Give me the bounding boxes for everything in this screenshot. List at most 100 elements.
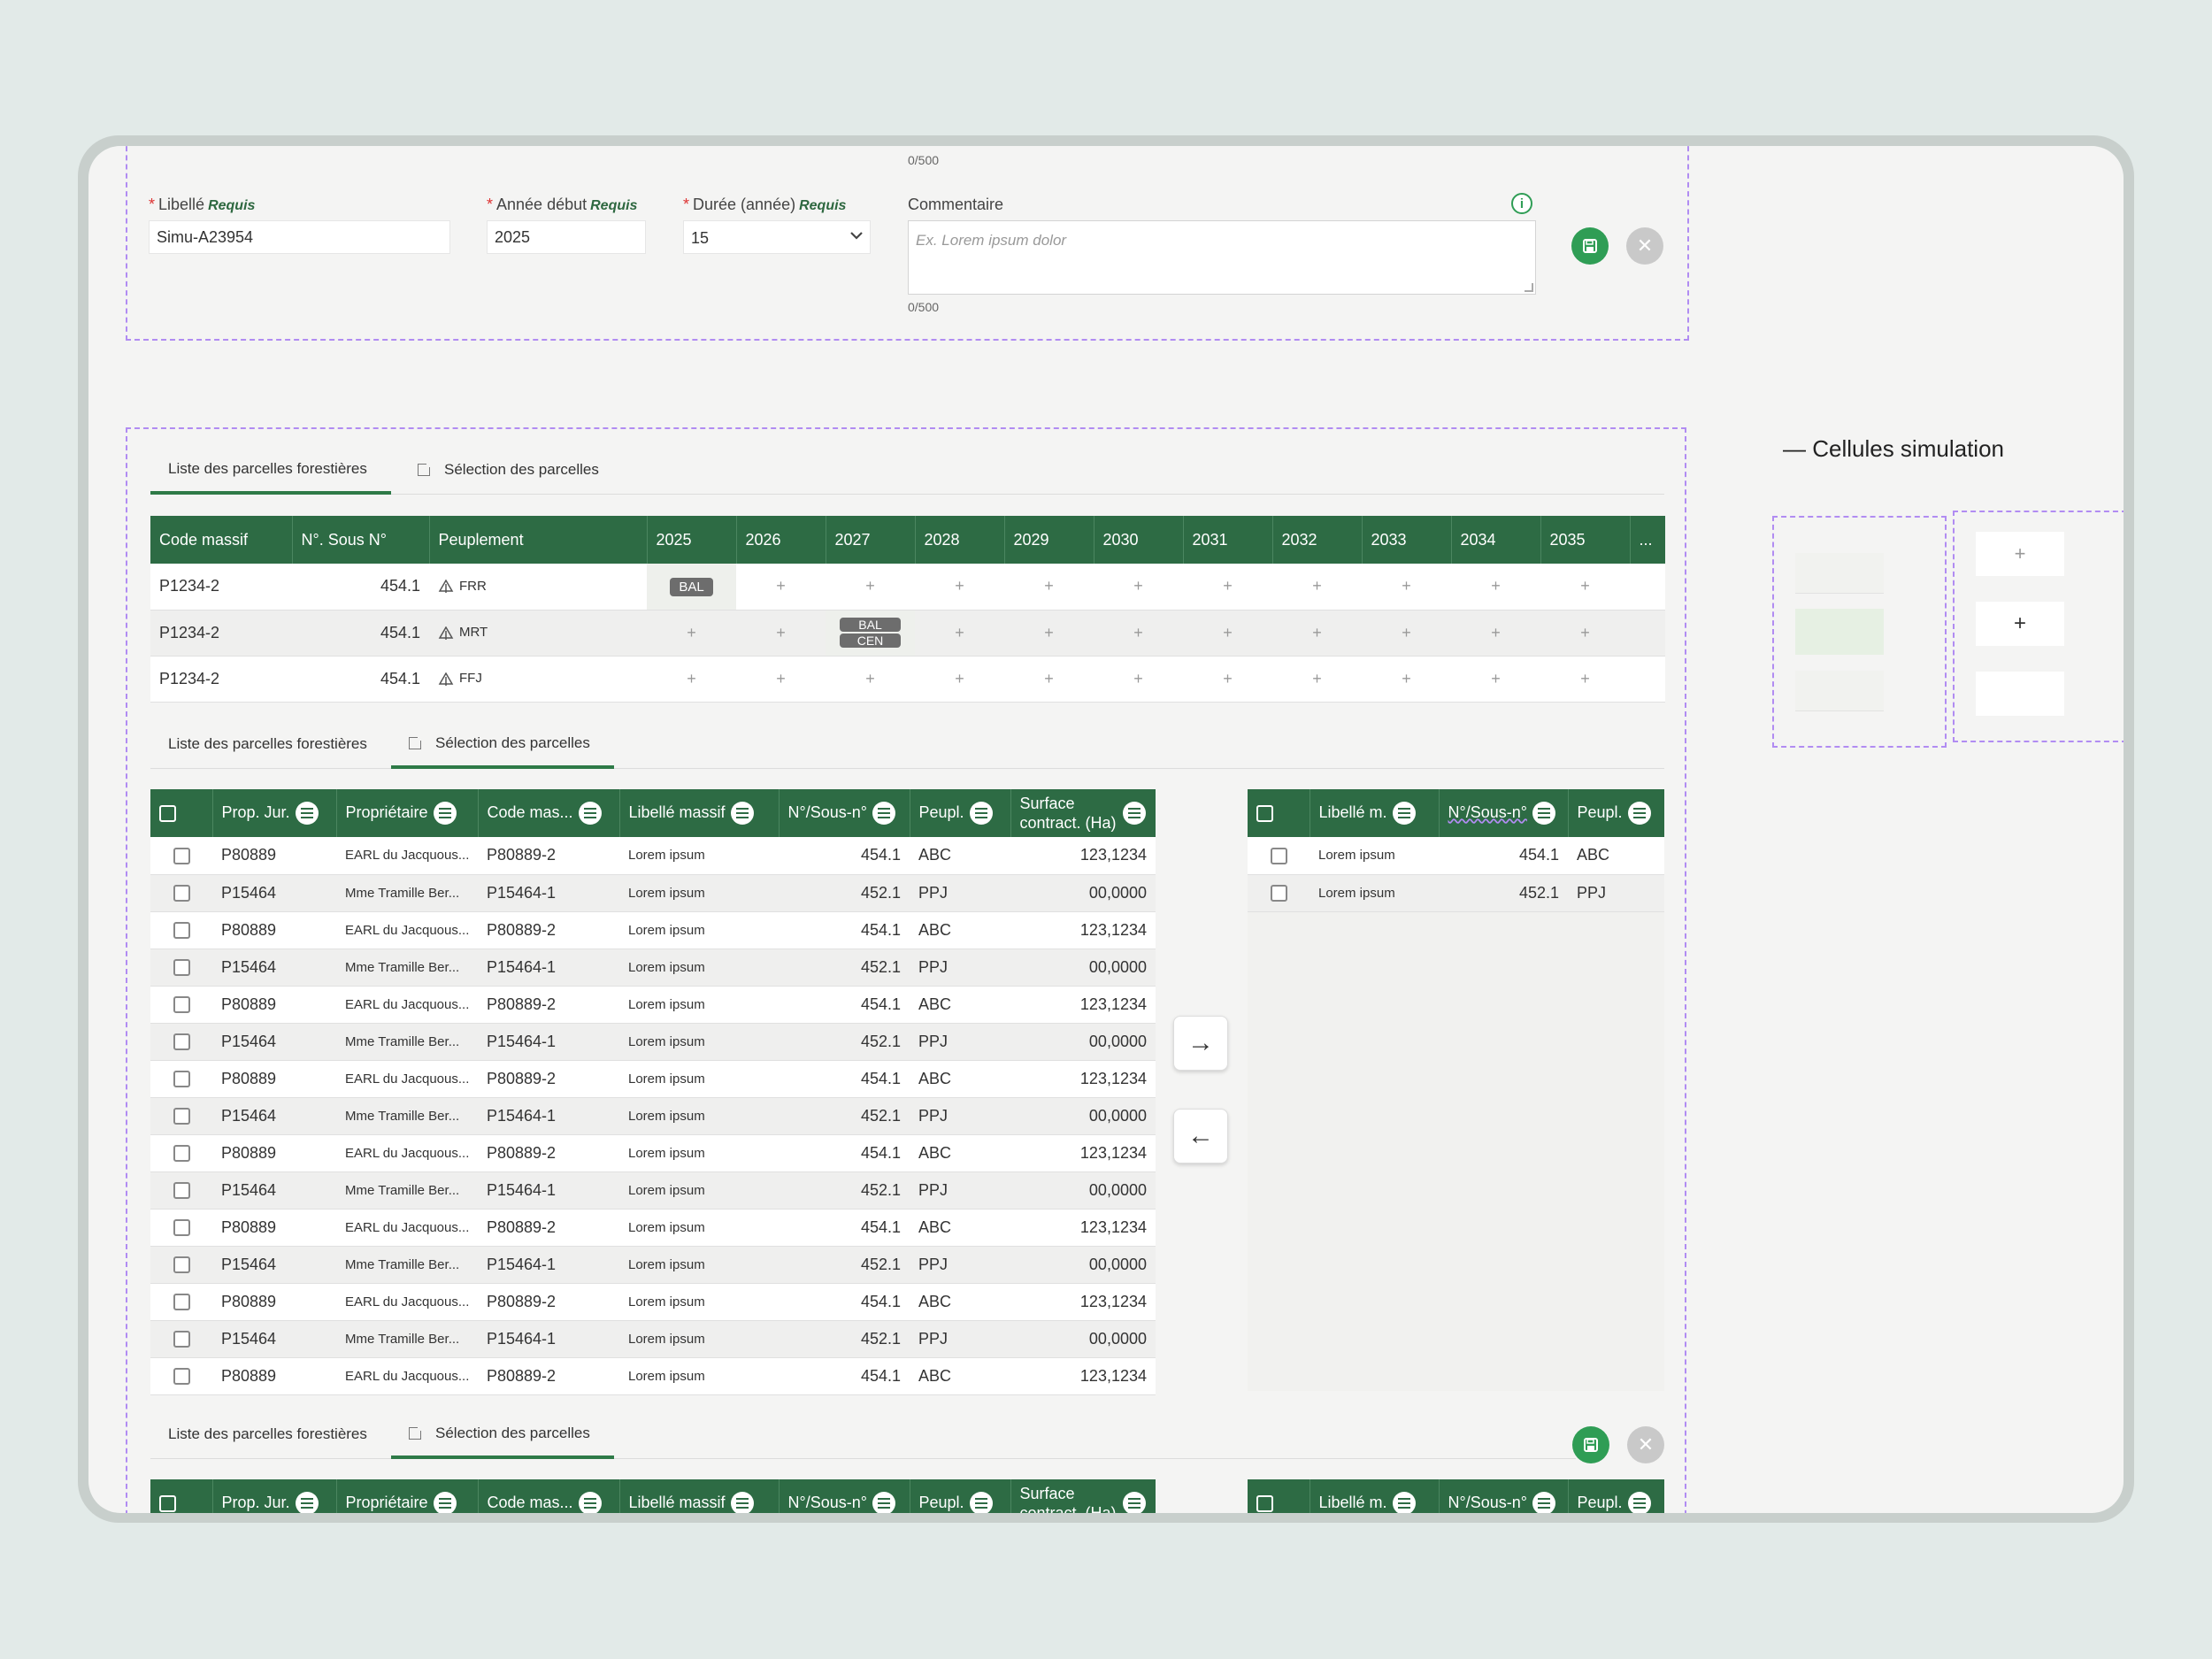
row-checkbox[interactable] — [150, 1060, 212, 1098]
year-cell[interactable]: + — [1272, 610, 1362, 657]
filter-icon[interactable] — [730, 1492, 754, 1513]
col-year[interactable]: 2025 — [647, 516, 737, 564]
cancel-button[interactable]: ✕ — [1626, 227, 1663, 265]
cell-plus[interactable]: + — [1976, 532, 2064, 576]
table-row[interactable]: P15464 Mme Tramille Ber... P15464-1 Lorem i… — [150, 1097, 1156, 1135]
year-cell[interactable]: + — [1540, 610, 1630, 657]
tab-selection-parcelles[interactable]: Sélection des parcelles — [391, 1411, 614, 1459]
col-year[interactable]: 2032 — [1272, 516, 1363, 564]
intervention-badge[interactable]: BAL — [670, 577, 713, 596]
filter-icon[interactable] — [1532, 1492, 1555, 1513]
move-left-button[interactable]: ← — [1173, 1109, 1228, 1164]
filter-icon[interactable] — [1122, 1492, 1146, 1513]
row-checkbox[interactable] — [150, 1357, 212, 1395]
table-row[interactable]: P15464 Mme Tramille Ber... P15464-1 Lorem i… — [150, 949, 1156, 987]
col-prop-jur[interactable]: Prop. Jur. — [212, 789, 337, 837]
year-cell[interactable]: + — [1004, 610, 1094, 657]
row-checkbox[interactable] — [150, 986, 212, 1024]
col-year[interactable]: 2029 — [1004, 516, 1094, 564]
row-checkbox[interactable] — [150, 837, 212, 875]
table-row[interactable]: P80889 EARL du Jacquous... P80889-2 Lorem i… — [150, 837, 1156, 875]
year-cell[interactable]: + — [1094, 656, 1183, 703]
filter-icon[interactable] — [969, 1492, 993, 1513]
table-row[interactable]: P80889 EARL du Jacquous... P80889-2 Lorem i… — [150, 1060, 1156, 1098]
col-peupl[interactable]: Peupl. — [1568, 789, 1664, 837]
year-cell[interactable]: + — [1272, 656, 1362, 703]
filter-icon[interactable] — [1627, 1492, 1651, 1513]
col-year[interactable]: 2028 — [915, 516, 1005, 564]
year-cell[interactable]: + — [1362, 656, 1451, 703]
table-row[interactable]: P80889 EARL du Jacquous... P80889-2 Lorem i… — [150, 1134, 1156, 1172]
row-checkbox[interactable] — [150, 1134, 212, 1172]
row-checkbox[interactable] — [150, 874, 212, 912]
filter-icon[interactable] — [1392, 1492, 1416, 1513]
year-cell[interactable]: + — [1362, 564, 1451, 611]
filter-icon[interactable] — [1392, 802, 1416, 825]
col-num-sous-num[interactable]: N°. Sous N° — [292, 516, 430, 564]
year-cell[interactable]: + — [647, 656, 736, 703]
row-checkbox[interactable] — [150, 1171, 212, 1210]
select-all-checkbox[interactable] — [150, 789, 213, 837]
table-row[interactable]: P15464 Mme Tramille Ber... P15464-1 Lorem i… — [150, 874, 1156, 912]
table-row[interactable]: Lorem ipsum 454.1 ABC — [1248, 837, 1664, 875]
col-year[interactable]: 2035 — [1540, 516, 1631, 564]
year-cell[interactable]: + — [1451, 564, 1540, 611]
col-peuplement[interactable]: Peuplement — [429, 516, 648, 564]
year-cell[interactable]: + — [1183, 656, 1272, 703]
col-peupl[interactable]: Peupl. — [1568, 1479, 1664, 1513]
save-button[interactable] — [1572, 1426, 1609, 1463]
col-num-sous-num[interactable]: N°/Sous-n° — [779, 1479, 910, 1513]
intervention-badge[interactable]: CEN — [840, 634, 901, 648]
row-checkbox[interactable] — [1248, 837, 1310, 875]
cell-default[interactable] — [1795, 553, 1884, 594]
table-row[interactable]: P80889 EARL du Jacquous... P80889-2 Lorem i… — [150, 1209, 1156, 1247]
year-cell[interactable]: + — [1094, 564, 1183, 611]
table-row[interactable]: Lorem ipsum 452.1 PPJ — [1248, 874, 1664, 912]
col-year[interactable]: 2031 — [1183, 516, 1273, 564]
year-cell[interactable]: + — [1094, 610, 1183, 657]
year-cell[interactable]: + — [915, 656, 1004, 703]
col-year[interactable]: 2026 — [736, 516, 826, 564]
col-code-massif[interactable]: Code massif — [150, 516, 293, 564]
year-cell[interactable]: + — [647, 610, 736, 657]
cancel-button[interactable]: ✕ — [1627, 1426, 1664, 1463]
filter-icon[interactable] — [433, 802, 457, 825]
col-proprietaire[interactable]: Propriétaire — [336, 1479, 479, 1513]
cell-selected[interactable] — [1795, 609, 1884, 655]
col-year[interactable]: 2034 — [1451, 516, 1541, 564]
row-checkbox[interactable] — [150, 1023, 212, 1061]
filter-icon[interactable] — [872, 1492, 895, 1513]
col-num-sous-num[interactable]: N°/Sous-n° — [1439, 1479, 1569, 1513]
col-year[interactable]: 2027 — [826, 516, 916, 564]
year-cell[interactable]: + — [1004, 656, 1094, 703]
table-row[interactable]: P80889 EARL du Jacquous... P80889-2 Lorem i… — [150, 1283, 1156, 1321]
col-libelle-massif[interactable]: Libellé massif — [619, 1479, 780, 1513]
col-peupl[interactable]: Peupl. — [910, 1479, 1011, 1513]
year-cell[interactable]: + — [1451, 656, 1540, 703]
year-cell[interactable]: + — [1540, 564, 1630, 611]
tab-selection-parcelles[interactable]: Sélection des parcelles — [400, 447, 617, 493]
row-checkbox[interactable] — [150, 949, 212, 987]
col-num-sous-num[interactable]: N°/Sous-n° — [779, 789, 910, 837]
year-cell[interactable]: BAL — [647, 564, 736, 611]
filter-icon[interactable] — [872, 802, 895, 825]
col-libelle-m[interactable]: Libellé m. — [1310, 1479, 1440, 1513]
year-cell[interactable]: + — [826, 564, 915, 611]
table-row[interactable]: P80889 EARL du Jacquous... P80889-2 Lorem i… — [150, 911, 1156, 949]
col-surface[interactable]: Surface contract. (Ha) — [1010, 1479, 1156, 1513]
year-cell[interactable]: + — [1272, 564, 1362, 611]
filter-icon[interactable] — [730, 802, 754, 825]
col-num-sous-num[interactable]: N°/Sous-n° — [1439, 789, 1569, 837]
table-row[interactable]: P15464 Mme Tramille Ber... P15464-1 Lorem i… — [150, 1320, 1156, 1358]
year-cell[interactable]: + — [1540, 656, 1630, 703]
year-cell[interactable]: + — [736, 656, 826, 703]
row-checkbox[interactable] — [150, 1246, 212, 1284]
year-cell[interactable]: BAL CEN — [826, 610, 915, 657]
row-checkbox[interactable] — [1248, 874, 1310, 912]
row-checkbox[interactable] — [150, 911, 212, 949]
cell-default[interactable] — [1795, 671, 1884, 711]
col-libelle-massif[interactable]: Libellé massif — [619, 789, 780, 837]
filter-icon[interactable] — [1627, 802, 1651, 825]
select-all-checkbox[interactable] — [1248, 789, 1310, 837]
col-proprietaire[interactable]: Propriétaire — [336, 789, 479, 837]
